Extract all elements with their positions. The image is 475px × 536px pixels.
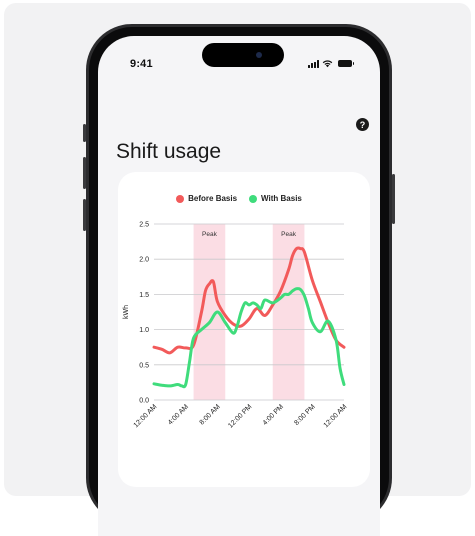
y-tick-label: 0.0	[139, 398, 149, 405]
power-button	[392, 174, 395, 224]
y-tick-label: 2.5	[139, 222, 149, 229]
x-tick-label: 12:00 PM	[227, 403, 253, 429]
x-tick-label: 4:00 PM	[262, 403, 286, 427]
action-button	[83, 124, 86, 142]
y-tick-label: 2.0	[139, 257, 149, 264]
peak-band	[193, 224, 226, 400]
peak-label: Peak	[202, 231, 218, 238]
peak-band	[272, 224, 305, 400]
x-tick-label: 8:00 AM	[199, 403, 222, 426]
peak-label: Peak	[281, 231, 297, 238]
usage-line-chart: Peak Peak 0.0 0.5 1.0 1.5 2.0 2.5 kWh 12:00 AM 4:0…	[123, 222, 349, 430]
volume-up-button	[83, 157, 86, 189]
phone-frame: 9:41 ? Shift usage Before Basis With Bas…	[83, 24, 395, 536]
volume-down-button	[83, 199, 86, 231]
series-line-before-basis	[152, 246, 346, 355]
y-tick-label: 0.5	[139, 362, 149, 369]
y-tick-label: 1.0	[139, 327, 149, 334]
x-tick-label: 8:00 PM	[293, 403, 317, 427]
y-tick-label: 1.5	[139, 292, 149, 299]
x-tick-label: 12:00 AM	[323, 403, 349, 429]
y-axis-label: kWh	[123, 305, 130, 319]
phone-screen: 9:41 ? Shift usage Before Basis With Bas…	[98, 36, 380, 536]
x-tick-label: 4:00 AM	[167, 403, 190, 426]
x-tick-label: 12:00 AM	[133, 403, 159, 429]
series-line-with-basis	[152, 287, 346, 389]
